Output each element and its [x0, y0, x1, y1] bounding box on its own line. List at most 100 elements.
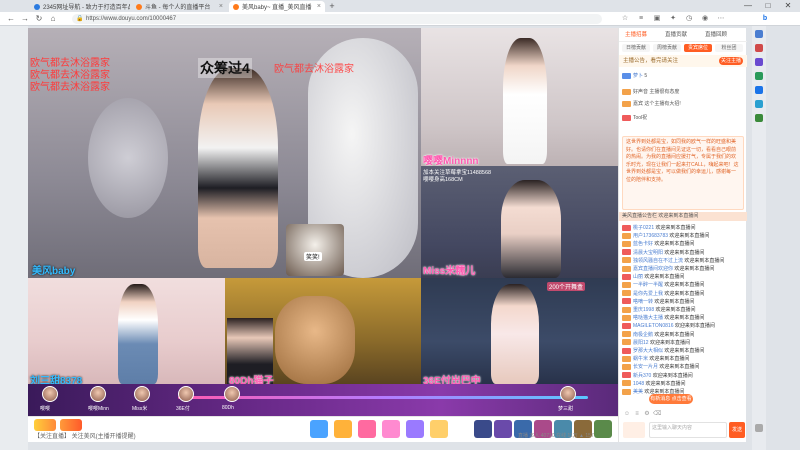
maximize-button[interactable]: □	[760, 0, 776, 12]
avatar[interactable]	[42, 386, 58, 402]
outlook-icon[interactable]	[755, 86, 763, 94]
chat-user[interactable]: 蓝色卡好	[633, 241, 653, 247]
gift-icon[interactable]	[382, 420, 400, 438]
settings-icon[interactable]: ⚙	[643, 410, 651, 418]
history-icon[interactable]: ◷	[684, 14, 694, 24]
menu-icon[interactable]: ⋯	[716, 14, 726, 24]
chat-user[interactable]: 重庆1998	[633, 307, 654, 313]
tab-replay[interactable]: 直播回顾	[703, 31, 729, 39]
avatar[interactable]	[178, 386, 194, 402]
chat-user[interactable]: 桃子0221	[633, 225, 654, 231]
chat-user[interactable]: 嗒嘀一转	[633, 299, 653, 305]
minimize-button[interactable]: —	[740, 0, 756, 12]
close-icon[interactable]: ×	[219, 3, 223, 10]
avatar[interactable]	[224, 386, 240, 402]
profile-icon[interactable]: ◉	[700, 14, 710, 24]
tab-douyu[interactable]: 斗鱼 - 每个人的直播平台 ×	[132, 1, 227, 12]
bing-icon[interactable]: b	[760, 14, 770, 24]
reading-icon[interactable]: ≡	[636, 14, 646, 24]
games-icon[interactable]	[755, 72, 763, 80]
tools-icon[interactable]	[755, 58, 763, 66]
send-button[interactable]: 发送	[729, 422, 745, 438]
favicon-icon	[233, 3, 239, 10]
chat-text: 欢迎来到本直播间	[652, 372, 693, 379]
subtab-vip[interactable]: 贵宾席位	[684, 44, 712, 52]
chat-user[interactable]: 1048	[633, 381, 644, 387]
avatar[interactable]	[90, 386, 106, 402]
chat-user[interactable]: 罗那大大相似	[633, 348, 663, 354]
gift-icon[interactable]	[358, 420, 376, 438]
tab-anchor-recruit[interactable]: 主播招募	[623, 31, 649, 39]
forward-button[interactable]: →	[20, 14, 30, 24]
sidebar-settings-icon[interactable]	[755, 424, 763, 432]
bottom-tip[interactable]: 【关注直播】 关注美风(主播开播提醒)	[34, 431, 136, 440]
emoji-icon[interactable]: ☺	[623, 410, 631, 418]
subtab-weekly[interactable]: 周榜贡献	[653, 44, 681, 52]
gift-icon[interactable]	[310, 420, 328, 438]
feed-4[interactable]: 刘三甜8378	[28, 278, 225, 384]
close-icon[interactable]: ×	[317, 3, 321, 10]
feed-2[interactable]: 嘤嘤Minnnn	[421, 28, 618, 166]
gift-icon[interactable]	[430, 420, 448, 438]
chat-user[interactable]: 晨阳12	[633, 340, 649, 346]
tab-2345[interactable]: 2345网址导航 - 致力于打造百年品牌 ×	[30, 1, 130, 12]
clear-icon[interactable]: ⌫	[653, 410, 661, 418]
extensions-icon[interactable]: ✦	[668, 14, 678, 24]
chat-user[interactable]: 是你先爱上我	[633, 291, 663, 297]
subtab-fans[interactable]: 粉丝团	[715, 44, 743, 52]
feed-main[interactable]: 欧气都去沐浴露家 欧气都去沐浴露家 欧气都去沐浴露家 众筹过4 欧气都去沐浴露家…	[28, 28, 421, 278]
level-badge	[622, 290, 631, 297]
chat-user[interactable]: 萝卜	[633, 73, 643, 79]
collections-icon[interactable]: ▣	[652, 14, 662, 24]
level-icon[interactable]	[34, 419, 56, 431]
chat-input[interactable]: 这里输入聊天内容	[649, 422, 727, 438]
favicon-icon	[34, 3, 40, 10]
drop-icon[interactable]	[755, 114, 763, 122]
feed-3[interactable]: 加本关注草莓拿宝11488568 嘤嘤身高168CM Miss米糯儿	[421, 166, 618, 278]
chat-user[interactable]: 独领风骚自在不过上流	[633, 258, 683, 264]
tab-contribution[interactable]: 直播贡献	[663, 31, 689, 39]
tab-stream[interactable]: 美风baby~ 直播_美风直播 ×	[229, 1, 325, 12]
gift-icon[interactable]	[474, 420, 492, 438]
gift-icon[interactable]	[334, 420, 352, 438]
chat-user[interactable]: 南极企鹅	[633, 332, 653, 338]
refresh-button[interactable]: ↻	[34, 14, 44, 24]
subtab-daily[interactable]: 日榜贡献	[622, 44, 650, 52]
shopping-icon[interactable]	[755, 44, 763, 52]
gift-icon[interactable]	[494, 420, 512, 438]
chat-user[interactable]: 嘉宾直播间欢迎你	[633, 266, 673, 272]
chat-user[interactable]: MAGILETON0816	[633, 323, 673, 329]
fans-badge-button[interactable]	[623, 422, 645, 438]
office-icon[interactable]	[755, 100, 763, 108]
url-input[interactable]: 🔒 https://www.douyu.com/10000467	[72, 14, 602, 24]
avatar[interactable]	[560, 386, 576, 402]
new-message-button[interactable]: 有新消息 点击查看	[649, 394, 693, 404]
chat-user[interactable]: 清晨大宝明阳	[633, 250, 663, 256]
video-stage[interactable]: 欧气都去沐浴露家 欧气都去沐浴露家 欧气都去沐浴露家 众筹过4 欧气都去沐浴露家…	[28, 28, 618, 416]
gift-icon[interactable]	[594, 420, 612, 438]
task-icon[interactable]	[60, 419, 82, 431]
gift-icon[interactable]	[406, 420, 424, 438]
list-item: 嘉宾 这个主播有大招!	[622, 100, 744, 109]
chat-user[interactable]: 用户173683783	[633, 233, 668, 239]
avatar[interactable]	[134, 386, 150, 402]
chat-user[interactable]: 山丽	[633, 274, 643, 280]
new-tab-button[interactable]: +	[327, 1, 337, 11]
chat-user[interactable]: 美美	[633, 389, 643, 395]
chat-text: 欢迎来到本直播间	[654, 298, 695, 305]
overlay-line: 欧气都去沐浴露家	[30, 58, 110, 69]
star-icon[interactable]: ☆	[620, 14, 630, 24]
chat-user[interactable]: 蜗牛米	[633, 356, 648, 362]
chat-user[interactable]: 一半醉一半醒	[633, 282, 663, 288]
back-button[interactable]: ←	[6, 14, 16, 24]
search-icon[interactable]	[755, 30, 763, 38]
follow-button[interactable]: 关注主播	[719, 57, 743, 65]
feed-6[interactable]: 200个开舞盒 36E付出巴中	[421, 278, 618, 384]
close-window-button[interactable]: ✕	[780, 0, 796, 12]
feed-5[interactable]: 80Dh猫子	[225, 278, 421, 384]
home-button[interactable]: ⌂	[48, 14, 58, 24]
barrage-icon[interactable]: ≡	[633, 410, 641, 418]
chat-user[interactable]: 新兵370	[633, 373, 651, 379]
chat-user[interactable]: 嗒哒猫大主播	[633, 315, 663, 321]
chat-user[interactable]: 长安一片月	[633, 364, 658, 370]
